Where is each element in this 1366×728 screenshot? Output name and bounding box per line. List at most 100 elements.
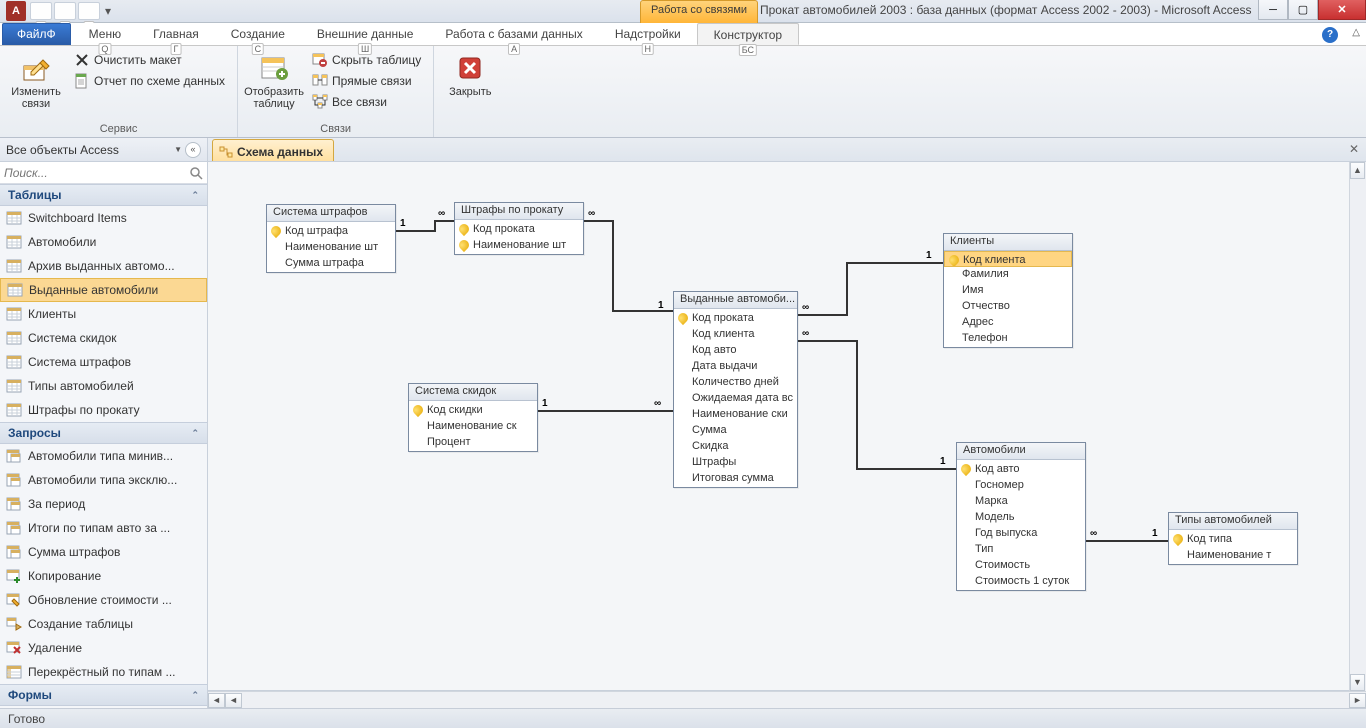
table-field[interactable]: Фамилия [944,266,1072,282]
table-window-penalty_rent[interactable]: Штрафы по прокатуКод прокатаНаименование… [454,202,584,255]
clear-layout-button[interactable]: Очистить макет [70,50,229,70]
table-field[interactable]: Год выпуска [957,525,1085,541]
table-field[interactable]: Код скидки [409,402,537,418]
relationships-canvas[interactable]: Система штрафовКод штрафаНаименование шт… [208,162,1366,691]
qat-item-3[interactable]: 3 [78,2,100,20]
tab-external-data[interactable]: Внешние данныеШ [301,23,430,45]
minimize-button[interactable]: ─ [1258,0,1288,20]
table-window-cars[interactable]: АвтомобилиКод автоГосномерМаркаМодельГод… [956,442,1086,591]
nav-query-item[interactable]: Итоги по типам авто за ... [0,516,207,540]
table-field[interactable]: Процент [409,434,537,450]
edit-relations-button[interactable]: Изменить связи [8,50,64,112]
table-field[interactable]: Модель [957,509,1085,525]
horizontal-scrollbar[interactable]: ◄ ◄ ► [208,691,1366,708]
table-field[interactable]: Код проката [674,310,797,326]
nav-table-item[interactable]: Switchboard Items [0,206,207,230]
nav-header[interactable]: Все объекты Access ▼ « [0,138,207,162]
nav-query-item[interactable]: Создание таблицы [0,612,207,636]
tab-designer[interactable]: КонструкторБС [697,23,799,45]
table-field[interactable]: Наименование т [1169,547,1297,563]
table-field[interactable]: Имя [944,282,1072,298]
nav-query-item[interactable]: Копирование [0,564,207,588]
table-title[interactable]: Штрафы по прокату [455,203,583,220]
scroll-left-button-2[interactable]: ◄ [225,693,242,708]
table-title[interactable]: Автомобили [957,443,1085,460]
table-field[interactable]: Сумма [674,422,797,438]
table-field[interactable]: Отчество [944,298,1072,314]
table-field[interactable]: Количество дней [674,374,797,390]
table-title[interactable]: Система скидок [409,384,537,401]
table-field[interactable]: Ожидаемая дата вс [674,390,797,406]
nav-table-item[interactable]: Система скидок [0,326,207,350]
nav-query-item[interactable]: За период [0,492,207,516]
scroll-track[interactable] [242,693,1349,708]
maximize-button[interactable]: ▢ [1288,0,1318,20]
table-field[interactable]: Наименование шт [455,237,583,253]
table-field[interactable]: Код авто [957,461,1085,477]
table-field[interactable]: Тип [957,541,1085,557]
nav-table-item[interactable]: Штрафы по прокату [0,398,207,422]
table-field[interactable]: Наименование ски [674,406,797,422]
scroll-down-button[interactable]: ▼ [1350,674,1365,691]
nav-query-item[interactable]: Обновление стоимости ... [0,588,207,612]
nav-table-item[interactable]: Система штрафов [0,350,207,374]
table-window-discount[interactable]: Система скидокКод скидкиНаименование скП… [408,383,538,452]
table-field[interactable]: Дата выдачи [674,358,797,374]
help-button[interactable]: ? [1322,27,1338,43]
show-table-button[interactable]: Отобразить таблицу [246,50,302,112]
table-field[interactable]: Скидка [674,438,797,454]
scroll-up-button[interactable]: ▲ [1350,162,1365,179]
doc-tab-schema[interactable]: Схема данных [212,139,334,161]
nav-table-item[interactable]: Автомобили [0,230,207,254]
close-designer-button[interactable]: Закрыть [442,50,498,100]
nav-table-item[interactable]: Типы автомобилей [0,374,207,398]
table-field[interactable]: Код клиента [674,326,797,342]
tab-home[interactable]: ГлавнаяГ [137,23,215,45]
tab-file[interactable]: ФайлФ [2,23,71,45]
table-title[interactable]: Выданные автомоби... [674,292,797,309]
table-field[interactable]: Код проката [455,221,583,237]
nav-table-item[interactable]: Архив выданных автомо... [0,254,207,278]
table-window-penalty_sys[interactable]: Система штрафовКод штрафаНаименование шт… [266,204,396,273]
tab-addins[interactable]: НадстройкиН [599,23,697,45]
table-field[interactable]: Сумма штрафа [267,255,395,271]
nav-dropdown-icon[interactable]: ▼ [174,145,182,154]
nav-query-item[interactable]: Автомобили типа эксклю... [0,468,207,492]
nav-query-item[interactable]: Автомобили типа минив... [0,444,207,468]
nav-query-item[interactable]: Перекрёстный по типам ... [0,660,207,684]
nav-group-queries[interactable]: Запросы ⌃ [0,422,207,444]
tab-menu[interactable]: МенюQ [73,23,137,45]
table-window-issued[interactable]: Выданные автомоби...Код прокатаКод клиен… [673,291,798,488]
table-title[interactable]: Клиенты [944,234,1072,251]
doc-close-button[interactable]: ✕ [1346,142,1362,158]
nav-group-forms[interactable]: Формы ⌃ [0,684,207,706]
nav-table-item[interactable]: Выданные автомобили [0,278,207,302]
ribbon-minimize-icon[interactable]: △ [1352,27,1360,38]
table-field[interactable]: Наименование ск [409,418,537,434]
table-title[interactable]: Типы автомобилей [1169,513,1297,530]
tab-create[interactable]: СозданиеС [215,23,301,45]
direct-relations-button[interactable]: Прямые связи [308,71,425,91]
table-field[interactable]: Код авто [674,342,797,358]
table-title[interactable]: Система штрафов [267,205,395,222]
nav-query-item[interactable]: Удаление [0,636,207,660]
vertical-scrollbar[interactable]: ▲ ▼ [1349,162,1366,691]
scroll-track[interactable] [1350,179,1366,674]
table-window-cartypes[interactable]: Типы автомобилейКод типаНаименование т [1168,512,1298,565]
tab-database-tools[interactable]: Работа с базами данныхА [429,23,598,45]
table-window-clients[interactable]: КлиентыКод клиентаФамилияИмяОтчествоАдре… [943,233,1073,348]
table-field[interactable]: Код штрафа [267,223,395,239]
scroll-left-button[interactable]: ◄ [208,693,225,708]
table-field[interactable]: Стоимость [957,557,1085,573]
all-relations-button[interactable]: Все связи [308,92,425,112]
nav-group-tables[interactable]: Таблицы ⌃ [0,184,207,206]
scroll-right-button[interactable]: ► [1349,693,1366,708]
nav-table-item[interactable]: Клиенты [0,302,207,326]
table-field[interactable]: Наименование шт [267,239,395,255]
table-field[interactable]: Марка [957,493,1085,509]
close-button[interactable]: ✕ [1318,0,1366,20]
search-icon[interactable] [189,166,203,180]
table-field[interactable]: Код типа [1169,531,1297,547]
table-field[interactable]: Стоимость 1 суток [957,573,1085,589]
table-field[interactable]: Адрес [944,314,1072,330]
